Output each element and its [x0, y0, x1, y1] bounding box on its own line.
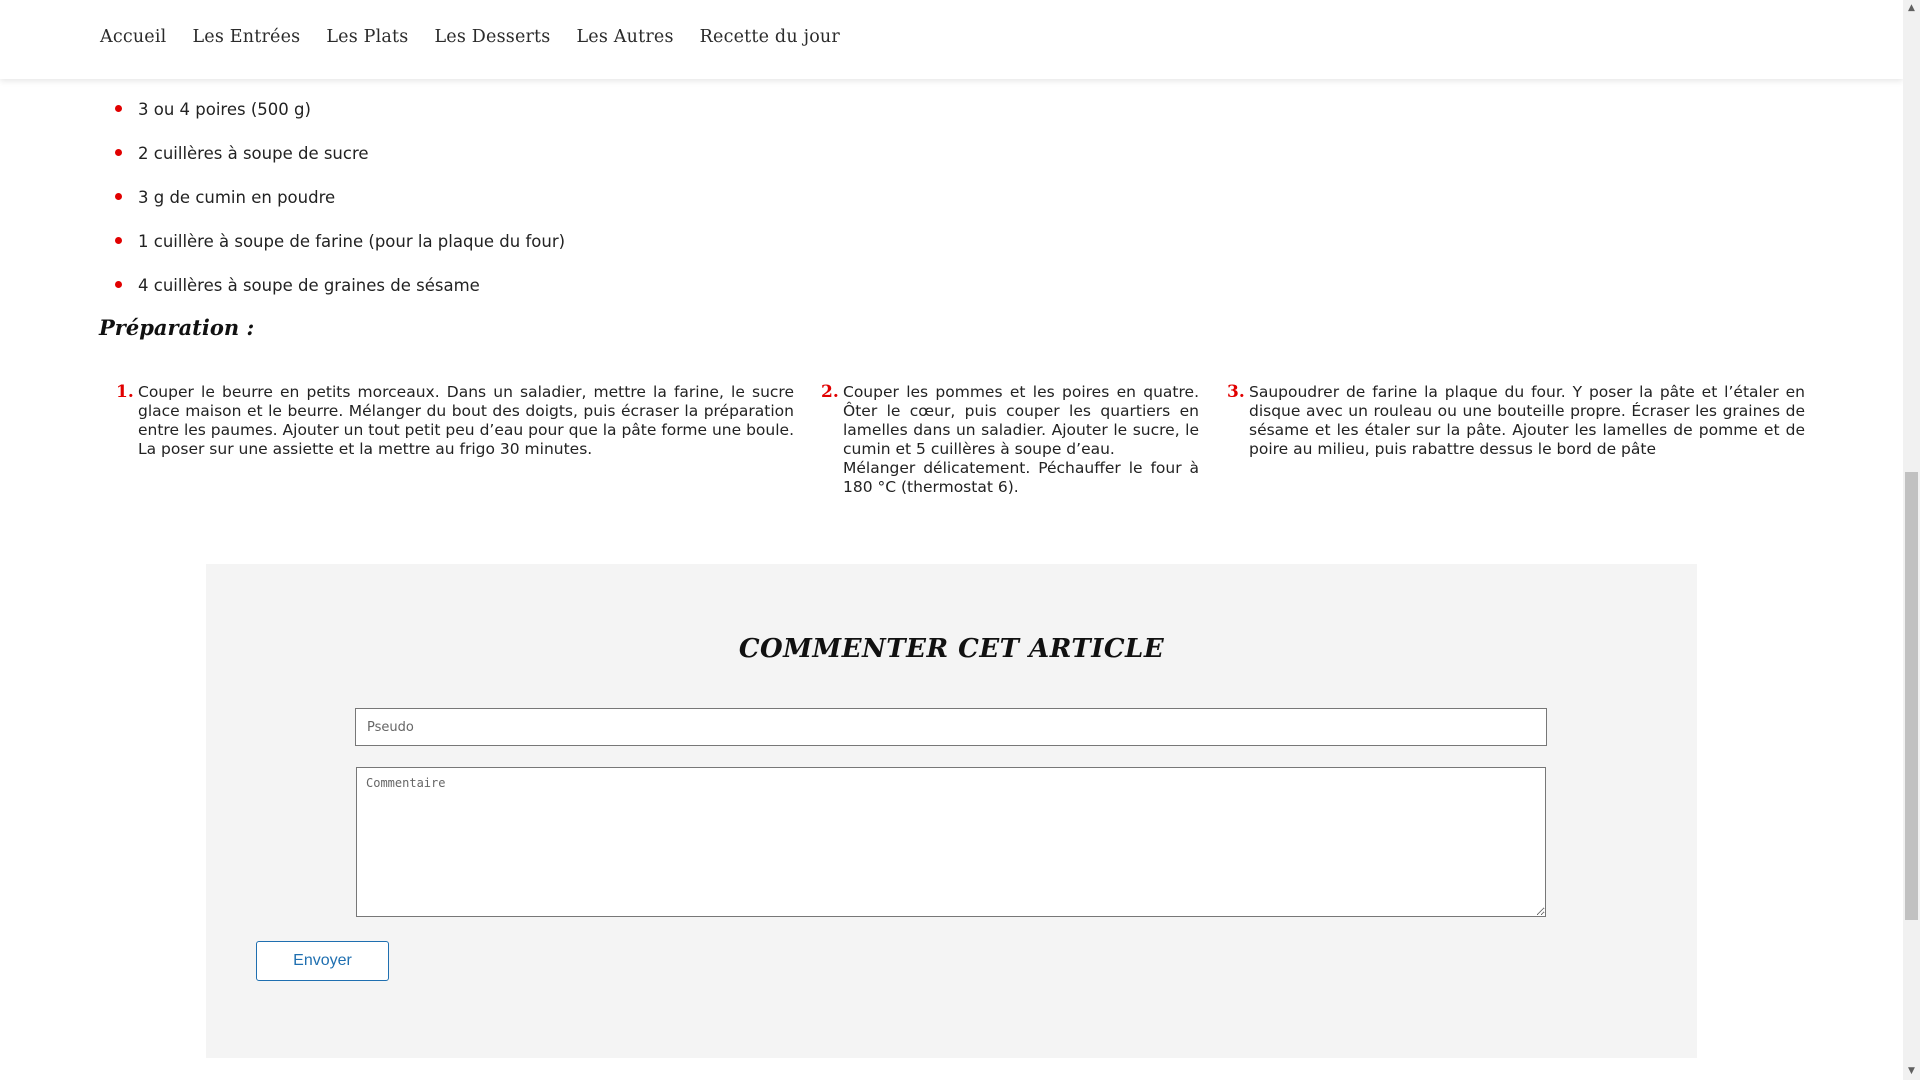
comment-textarea[interactable] [356, 767, 1546, 917]
nav-menu: Accueil Les Entrées Les Plats Les Desser… [100, 27, 866, 47]
bullet-icon [115, 149, 122, 156]
comment-section: COMMENTER CET ARTICLE Envoyer [206, 564, 1697, 1058]
step-text: Saupoudrer de farine la plaque du four. … [1249, 383, 1805, 458]
bullet-icon [115, 105, 122, 112]
scrollbar-thumb[interactable] [1905, 472, 1918, 920]
scroll-down-arrow-icon[interactable]: ▼ [1903, 1063, 1920, 1080]
scroll-up-arrow-icon[interactable]: ▲ [1903, 0, 1920, 17]
step-number: 1. [116, 382, 134, 402]
nav-item-autres[interactable]: Les Autres [576, 27, 673, 47]
page: Accueil Les Entrées Les Plats Les Desser… [0, 0, 1903, 1080]
ingredient-item: 4 cuillères à soupe de graines de sésame [115, 276, 565, 320]
preparation-step: 2. Couper les pommes et les poires en qu… [821, 383, 1199, 497]
ingredient-item: 3 ou 4 poires (500 g) [115, 100, 565, 144]
vertical-scrollbar[interactable]: ▲ ▼ [1903, 0, 1920, 1080]
step-text: Couper le beurre en petits morceaux. Dan… [138, 383, 794, 458]
step-text: Couper les pommes et les poires en quatr… [843, 383, 1199, 458]
pseudo-input[interactable] [355, 708, 1547, 746]
nav-item-entrees[interactable]: Les Entrées [192, 27, 300, 47]
nav-item-recette-du-jour[interactable]: Recette du jour [700, 27, 840, 47]
nav-item-plats[interactable]: Les Plats [326, 27, 408, 47]
comment-heading: COMMENTER CET ARTICLE [738, 634, 1165, 664]
ingredients-list: 3 ou 4 poires (500 g) 2 cuillères à soup… [115, 100, 565, 320]
nav-item-desserts[interactable]: Les Desserts [434, 27, 550, 47]
step-number: 3. [1227, 382, 1245, 402]
nav-item-accueil[interactable]: Accueil [100, 27, 166, 47]
send-button[interactable]: Envoyer [256, 941, 389, 981]
ingredient-text: 3 g de cumin en poudre [138, 188, 336, 207]
ingredient-item: 2 cuillères à soupe de sucre [115, 144, 565, 188]
ingredient-item: 1 cuillère à soupe de farine (pour la pl… [115, 232, 565, 276]
ingredient-text: 2 cuillères à soupe de sucre [138, 144, 369, 163]
step-text: Mélanger délicatement. Péchauffer le fou… [843, 459, 1199, 496]
top-navbar: Accueil Les Entrées Les Plats Les Desser… [0, 0, 1903, 79]
bullet-icon [115, 281, 122, 288]
preparation-step: 1. Couper le beurre en petits morceaux. … [116, 383, 794, 459]
ingredient-text: 3 ou 4 poires (500 g) [138, 100, 311, 119]
ingredient-item: 3 g de cumin en poudre [115, 188, 565, 232]
preparation-heading: Préparation : [99, 315, 255, 340]
bullet-icon [115, 193, 122, 200]
preparation-step: 3. Saupoudrer de farine la plaque du fou… [1227, 383, 1805, 459]
step-number: 2. [821, 382, 839, 402]
bullet-icon [115, 237, 122, 244]
ingredient-text: 1 cuillère à soupe de farine (pour la pl… [138, 232, 566, 251]
ingredient-text: 4 cuillères à soupe de graines de sésame [138, 276, 480, 295]
